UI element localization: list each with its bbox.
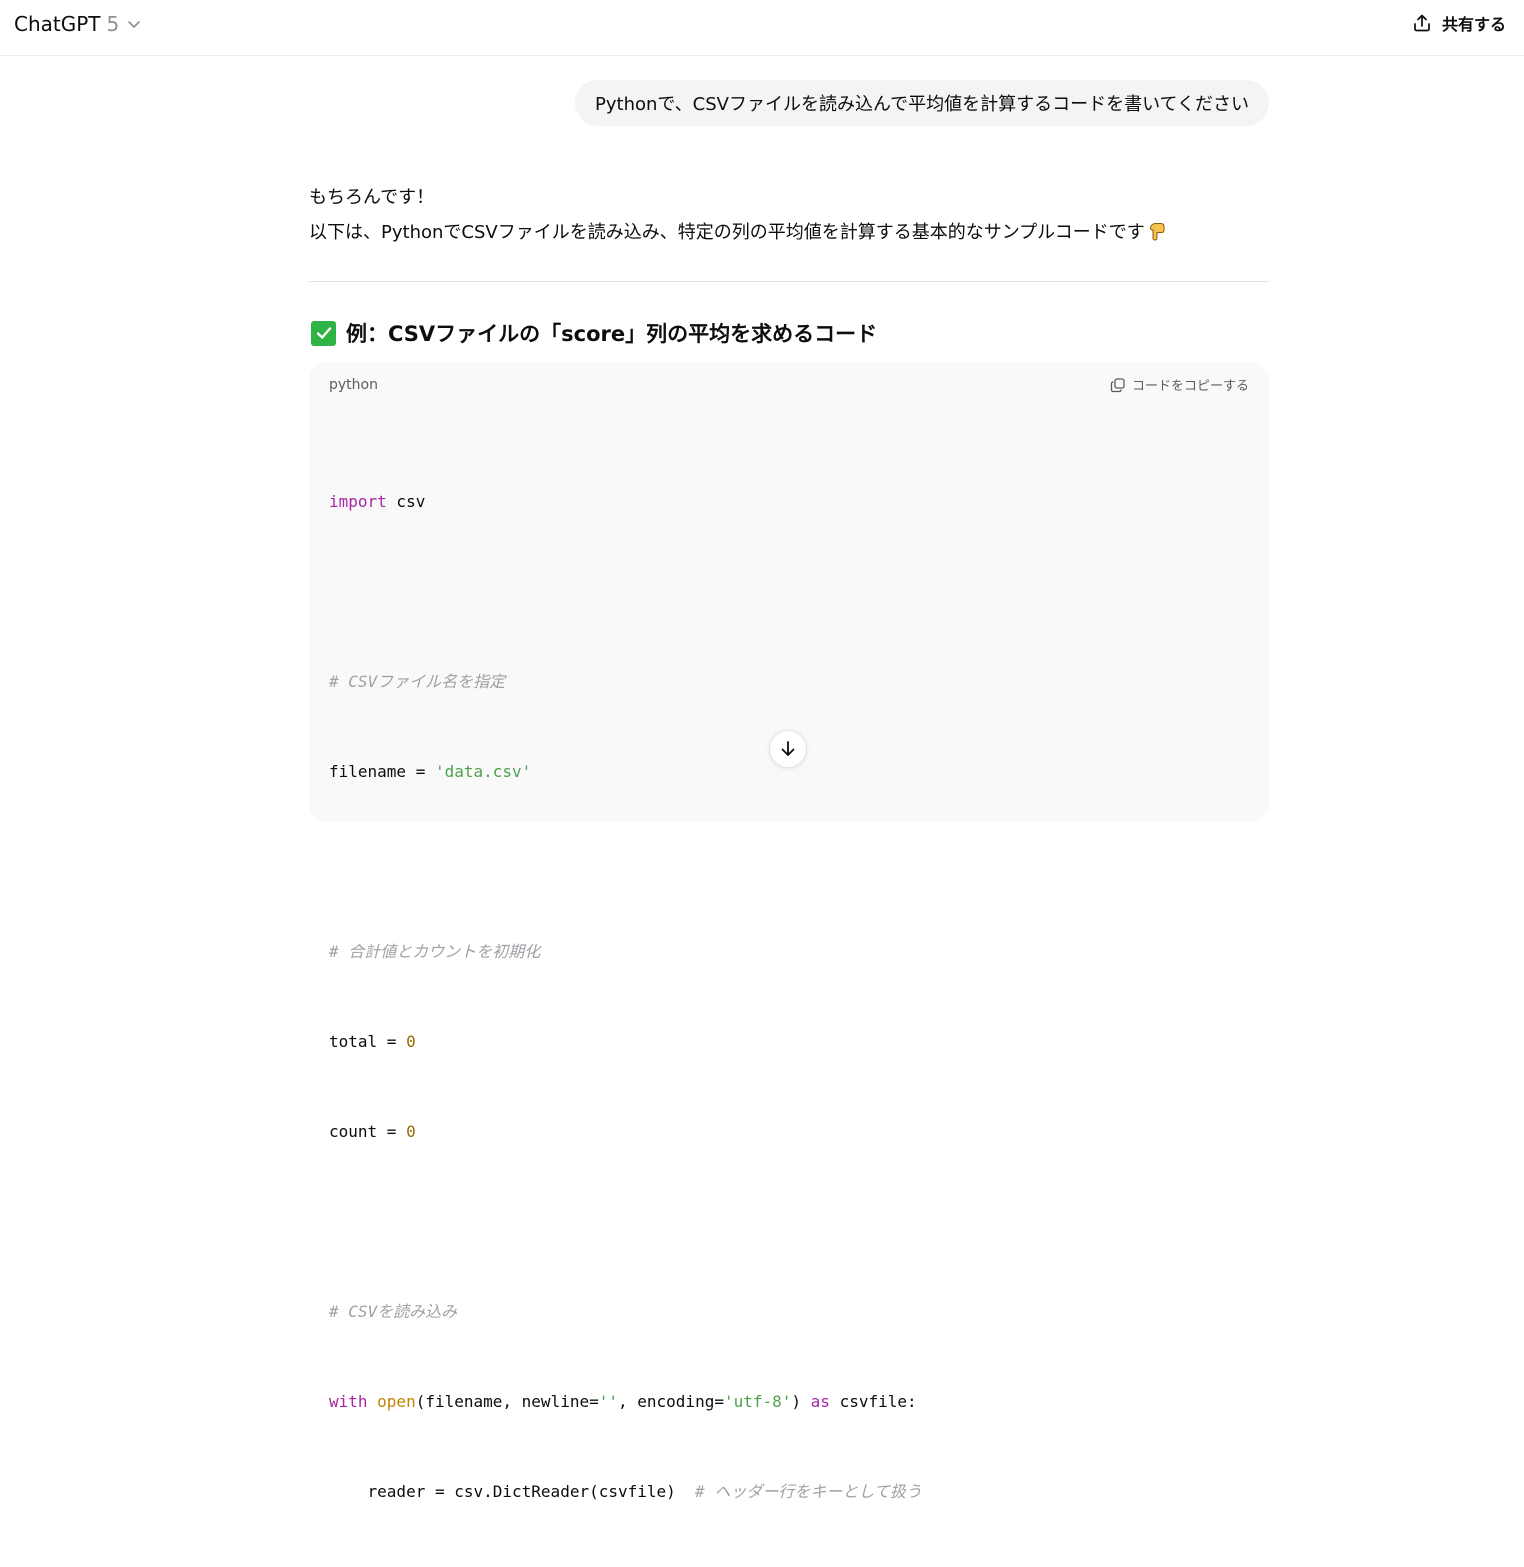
code-line: count = 0 — [329, 1122, 416, 1141]
scroll-down-button[interactable] — [769, 730, 807, 768]
code-line: # CSVを読み込み — [329, 1302, 458, 1321]
code-line: reader = csv.DictReader(csvfile) # ヘッダー行… — [329, 1482, 922, 1501]
code-line: import csv — [329, 492, 426, 511]
share-label: 共有する — [1441, 15, 1506, 34]
section-divider — [309, 281, 1269, 282]
section-heading-text: 例：CSVファイルの「score」列の平均を求めるコード — [346, 322, 878, 346]
copy-code-button[interactable]: コードをコピーする — [1110, 375, 1249, 394]
assistant-line-2-text: 以下は、PythonでCSVファイルを読み込み、特定の列の平均値を計算する基本的… — [309, 222, 1145, 243]
code-language-label: python — [329, 377, 378, 393]
arrow-down-icon — [781, 741, 795, 756]
assistant-message: もちろんです！ 以下は、PythonでCSVファイルを読み込み、特定の列の平均値… — [309, 180, 1269, 250]
model-version: 5 — [106, 12, 120, 36]
user-message-bubble: Pythonで、CSVファイルを読み込んで平均値を計算するコードを書いてください — [575, 80, 1269, 126]
copy-code-label: コードをコピーする — [1131, 379, 1249, 394]
code-line: total = 0 — [329, 1032, 416, 1051]
top-bar: ChatGPT 5 共有する — [0, 0, 1524, 56]
assistant-line-2: 以下は、PythonでCSVファイルを読み込み、特定の列の平均値を計算する基本的… — [309, 215, 1269, 250]
chevron-down-icon — [128, 21, 141, 28]
user-message-text: Pythonで、CSVファイルを読み込んで平均値を計算するコードを書いてください — [595, 94, 1249, 115]
pointing-down-icon — [1149, 223, 1165, 241]
code-line: # 合計値とカウントを初期化 — [329, 942, 541, 961]
code-content: import csv # CSVファイル名を指定 filename = 'dat… — [329, 427, 922, 1567]
section-heading: 例：CSVファイルの「score」列の平均を求めるコード — [311, 318, 877, 348]
copy-icon — [1110, 377, 1125, 392]
share-icon — [1414, 14, 1430, 32]
code-line: with open(filename, newline='', encoding… — [329, 1392, 917, 1411]
check-mark-icon — [311, 320, 336, 346]
share-button[interactable]: 共有する — [1412, 10, 1506, 36]
code-line: filename = 'data.csv' — [329, 762, 532, 781]
code-line: # CSVファイル名を指定 — [329, 672, 506, 691]
assistant-line-1: もちろんです！ — [309, 187, 435, 208]
model-name: ChatGPT — [14, 12, 101, 36]
model-switcher[interactable]: ChatGPT 5 — [14, 11, 141, 37]
